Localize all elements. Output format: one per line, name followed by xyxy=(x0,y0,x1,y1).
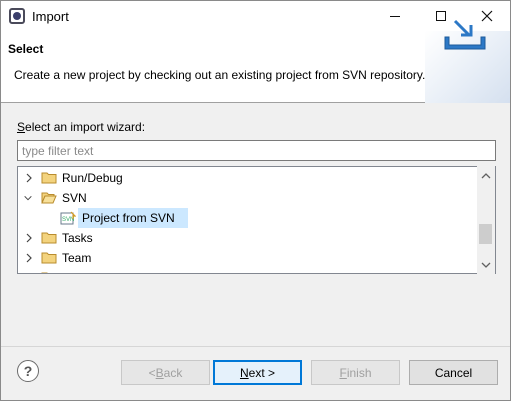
scroll-up-button[interactable] xyxy=(477,167,495,184)
minimize-icon xyxy=(390,15,400,17)
minimize-button[interactable] xyxy=(372,1,418,31)
chevron-right-icon[interactable] xyxy=(24,252,34,264)
tree-scrollbar[interactable] xyxy=(477,166,495,274)
chevron-up-icon xyxy=(481,172,491,178)
import-wizard-icon xyxy=(444,19,486,50)
page-title: Select xyxy=(8,42,44,56)
chevron-down-icon[interactable] xyxy=(23,192,33,204)
back-button[interactable]: < Back xyxy=(121,360,210,385)
folder-icon xyxy=(41,172,57,184)
tree-item-partial xyxy=(18,268,478,273)
finish-button-label: inish xyxy=(346,365,372,380)
folder-icon xyxy=(41,232,57,244)
scroll-thumb[interactable] xyxy=(479,224,492,244)
wizard-label-mnemonic: S xyxy=(17,120,26,134)
next-button-mnemonic: N xyxy=(239,365,249,380)
window-title: Import xyxy=(32,9,69,24)
tree-item-label: Team xyxy=(62,251,92,265)
cancel-button[interactable]: Cancel xyxy=(409,360,498,385)
cancel-button-label: Cancel xyxy=(434,365,473,380)
back-button-label: ack xyxy=(163,365,183,380)
back-button-prefix: < xyxy=(148,365,156,380)
tree-item-team[interactable]: Team xyxy=(18,248,478,268)
wizard-banner: Select Create a new project by checking … xyxy=(1,31,510,103)
tree-item-svn[interactable]: SVN xyxy=(18,188,478,208)
import-dialog: Import Select Create a new project by ch… xyxy=(0,0,511,401)
help-icon[interactable]: ? xyxy=(17,360,39,382)
next-button[interactable]: Next > xyxy=(213,360,302,385)
svn-project-icon: SVN xyxy=(60,211,76,225)
eclipse-icon xyxy=(9,8,25,24)
chevron-right-icon[interactable] xyxy=(24,232,34,244)
scroll-down-button[interactable] xyxy=(477,256,495,273)
next-button-label: ext > xyxy=(248,365,276,380)
wizard-label: Select an import wizard: xyxy=(17,120,145,134)
chevron-down-icon xyxy=(481,262,491,268)
tree-item-run-debug[interactable]: Run/Debug xyxy=(18,168,478,188)
tree-item-label: Tasks xyxy=(62,231,93,245)
tree-item-label: Run/Debug xyxy=(62,171,123,185)
title-bar[interactable]: Import xyxy=(1,1,510,31)
back-button-mnemonic: B xyxy=(155,365,164,380)
footer-separator xyxy=(1,346,510,347)
tree-item-project-from-svn[interactable]: SVN Project from SVN xyxy=(18,208,478,228)
tree-item-label: SVN xyxy=(62,191,87,205)
chevron-right-icon[interactable] xyxy=(24,172,34,184)
finish-button-mnemonic: F xyxy=(339,365,347,380)
tree-item-label: Project from SVN xyxy=(82,211,175,225)
finish-button[interactable]: Finish xyxy=(311,360,400,385)
wizard-label-text: elect an import wizard: xyxy=(25,120,146,134)
filter-input[interactable] xyxy=(17,140,496,161)
folder-open-icon xyxy=(41,192,57,204)
folder-icon xyxy=(41,252,57,264)
wizard-tree[interactable]: Run/Debug SVN SVN Project from SVN Tasks… xyxy=(17,166,496,274)
folder-icon xyxy=(41,272,48,273)
page-description: Create a new project by checking out an … xyxy=(14,68,426,82)
tree-item-tasks[interactable]: Tasks xyxy=(18,228,478,248)
